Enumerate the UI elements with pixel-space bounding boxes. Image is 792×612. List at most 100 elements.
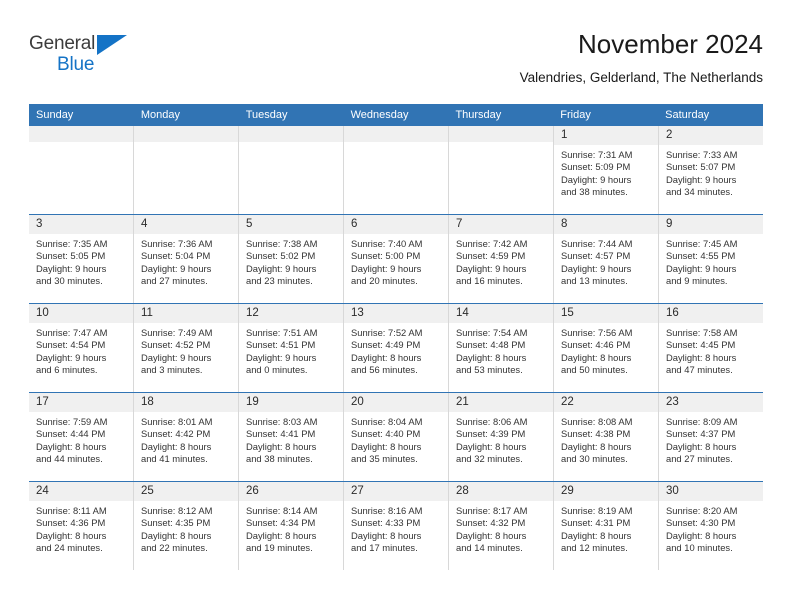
day-number: 8 bbox=[554, 215, 658, 234]
calendar-day-cell[interactable]: 28 Sunrise: 8:17 AM Sunset: 4:32 PM Dayligh… bbox=[449, 482, 554, 570]
daylight-duration-line1: Daylight: 8 hours bbox=[456, 351, 527, 363]
calendar-day-cell[interactable]: 20 Sunrise: 8:04 AM Sunset: 4:40 PM Dayligh… bbox=[344, 393, 449, 481]
calendar-day-cell[interactable]: 12 Sunrise: 7:51 AM Sunset: 4:51 PM Dayligh… bbox=[239, 304, 344, 392]
day-number: 17 bbox=[29, 393, 133, 412]
day-number: 14 bbox=[449, 304, 553, 323]
calendar-day-cell-empty bbox=[449, 126, 554, 214]
sunrise-time: Sunrise: 7:35 AM bbox=[36, 238, 108, 249]
sunrise-time: Sunrise: 7:36 AM bbox=[141, 238, 213, 249]
day-number: 27 bbox=[344, 482, 448, 501]
daylight-duration-line2: and 53 minutes. bbox=[456, 364, 523, 376]
calendar-day-cell[interactable]: 7 Sunrise: 7:42 AM Sunset: 4:59 PM Daylight… bbox=[449, 215, 554, 303]
sunset-time: Sunset: 5:02 PM bbox=[246, 250, 316, 262]
calendar-day-cell[interactable]: 27 Sunrise: 8:16 AM Sunset: 4:33 PM Dayligh… bbox=[344, 482, 449, 570]
sunrise-time: Sunrise: 7:59 AM bbox=[36, 416, 108, 427]
calendar-day-cell[interactable]: 8 Sunrise: 7:44 AM Sunset: 4:57 PM Daylight… bbox=[554, 215, 659, 303]
day-sun-info: Sunrise: 8:16 AM Sunset: 4:33 PM Daylight:… bbox=[344, 501, 448, 561]
weekday-header-sunday: Sunday bbox=[36, 109, 74, 121]
day-sun-info: Sunrise: 8:11 AM Sunset: 4:36 PM Daylight:… bbox=[29, 501, 133, 561]
sunrise-time: Sunrise: 7:45 AM bbox=[666, 238, 738, 249]
calendar-day-cell[interactable]: 9 Sunrise: 7:45 AM Sunset: 4:55 PM Daylight… bbox=[659, 215, 763, 303]
sunset-time: Sunset: 4:39 PM bbox=[456, 428, 526, 440]
calendar-day-cell[interactable]: 11 Sunrise: 7:49 AM Sunset: 4:52 PM Dayligh… bbox=[134, 304, 239, 392]
day-number: 9 bbox=[659, 215, 763, 234]
sunrise-time: Sunrise: 8:12 AM bbox=[141, 505, 213, 516]
daylight-duration-line2: and 27 minutes. bbox=[141, 275, 208, 287]
daylight-duration-line2: and 41 minutes. bbox=[141, 453, 208, 465]
day-number bbox=[344, 126, 448, 142]
day-sun-info: Sunrise: 7:31 AM Sunset: 5:09 PM Daylight:… bbox=[554, 145, 658, 205]
calendar-day-cell[interactable]: 2 Sunrise: 7:33 AM Sunset: 5:07 PM Daylight… bbox=[659, 126, 763, 214]
sunrise-time: Sunrise: 7:51 AM bbox=[246, 327, 318, 338]
sunset-time: Sunset: 4:33 PM bbox=[351, 517, 421, 529]
day-number: 19 bbox=[239, 393, 343, 412]
day-sun-info: Sunrise: 7:58 AM Sunset: 4:45 PM Daylight:… bbox=[659, 323, 763, 383]
calendar-day-cell[interactable]: 30 Sunrise: 8:20 AM Sunset: 4:30 PM Dayligh… bbox=[659, 482, 763, 570]
daylight-duration-line2: and 47 minutes. bbox=[666, 364, 733, 376]
daylight-duration-line2: and 0 minutes. bbox=[246, 364, 308, 376]
calendar-week-row: 24 Sunrise: 8:11 AM Sunset: 4:36 PM Dayligh… bbox=[29, 481, 763, 570]
sunrise-time: Sunrise: 7:42 AM bbox=[456, 238, 528, 249]
day-number: 2 bbox=[659, 126, 763, 145]
sunrise-time: Sunrise: 8:04 AM bbox=[351, 416, 423, 427]
calendar-day-cell[interactable]: 19 Sunrise: 8:03 AM Sunset: 4:41 PM Dayligh… bbox=[239, 393, 344, 481]
calendar-day-cell[interactable]: 6 Sunrise: 7:40 AM Sunset: 5:00 PM Daylight… bbox=[344, 215, 449, 303]
daylight-duration-line1: Daylight: 8 hours bbox=[351, 351, 422, 363]
day-number: 12 bbox=[239, 304, 343, 323]
calendar-day-cell[interactable]: 16 Sunrise: 7:58 AM Sunset: 4:45 PM Dayligh… bbox=[659, 304, 763, 392]
page-title: November 2024 bbox=[578, 29, 763, 59]
weekday-header-monday: Monday bbox=[140, 109, 180, 121]
calendar-day-cell[interactable]: 13 Sunrise: 7:52 AM Sunset: 4:49 PM Dayligh… bbox=[344, 304, 449, 392]
day-number: 4 bbox=[134, 215, 238, 234]
calendar-day-cell[interactable]: 15 Sunrise: 7:56 AM Sunset: 4:46 PM Dayligh… bbox=[554, 304, 659, 392]
sunrise-time: Sunrise: 8:14 AM bbox=[246, 505, 318, 516]
calendar-day-cell[interactable]: 3 Sunrise: 7:35 AM Sunset: 5:05 PM Daylight… bbox=[29, 215, 134, 303]
daylight-duration-line2: and 38 minutes. bbox=[246, 453, 313, 465]
sunset-time: Sunset: 4:34 PM bbox=[246, 517, 316, 529]
day-sun-info: Sunrise: 8:06 AM Sunset: 4:39 PM Daylight:… bbox=[449, 412, 553, 472]
sunset-time: Sunset: 4:38 PM bbox=[561, 428, 631, 440]
day-sun-info: Sunrise: 8:08 AM Sunset: 4:38 PM Daylight:… bbox=[554, 412, 658, 472]
generalblue-logo[interactable]: General Blue bbox=[29, 26, 149, 78]
sunset-time: Sunset: 4:46 PM bbox=[561, 339, 631, 351]
daylight-duration-line1: Daylight: 9 hours bbox=[141, 262, 212, 274]
calendar-day-cell[interactable]: 23 Sunrise: 8:09 AM Sunset: 4:37 PM Dayligh… bbox=[659, 393, 763, 481]
calendar-day-cell[interactable]: 14 Sunrise: 7:54 AM Sunset: 4:48 PM Dayligh… bbox=[449, 304, 554, 392]
day-sun-info: Sunrise: 8:09 AM Sunset: 4:37 PM Daylight:… bbox=[659, 412, 763, 472]
calendar-day-cell[interactable]: 25 Sunrise: 8:12 AM Sunset: 4:35 PM Dayligh… bbox=[134, 482, 239, 570]
sunrise-time: Sunrise: 8:17 AM bbox=[456, 505, 528, 516]
daylight-duration-line1: Daylight: 8 hours bbox=[246, 529, 317, 541]
calendar-day-cell[interactable]: 18 Sunrise: 8:01 AM Sunset: 4:42 PM Dayligh… bbox=[134, 393, 239, 481]
calendar-day-cell-empty bbox=[134, 126, 239, 214]
daylight-duration-line2: and 9 minutes. bbox=[666, 275, 728, 287]
calendar-day-cell[interactable]: 21 Sunrise: 8:06 AM Sunset: 4:39 PM Dayligh… bbox=[449, 393, 554, 481]
calendar-day-cell[interactable]: 26 Sunrise: 8:14 AM Sunset: 4:34 PM Dayligh… bbox=[239, 482, 344, 570]
daylight-duration-line2: and 6 minutes. bbox=[36, 364, 98, 376]
daylight-duration-line1: Daylight: 9 hours bbox=[351, 262, 422, 274]
daylight-duration-line1: Daylight: 9 hours bbox=[561, 173, 632, 185]
page-header: General Blue November 2024 Valendries, G… bbox=[0, 0, 792, 104]
daylight-duration-line1: Daylight: 8 hours bbox=[561, 351, 632, 363]
weekday-header-tuesday: Tuesday bbox=[245, 109, 288, 121]
calendar-day-cell[interactable]: 24 Sunrise: 8:11 AM Sunset: 4:36 PM Dayligh… bbox=[29, 482, 134, 570]
sunrise-time: Sunrise: 8:09 AM bbox=[666, 416, 738, 427]
calendar-day-cell[interactable]: 5 Sunrise: 7:38 AM Sunset: 5:02 PM Daylight… bbox=[239, 215, 344, 303]
day-sun-info: Sunrise: 7:56 AM Sunset: 4:46 PM Daylight:… bbox=[554, 323, 658, 383]
day-number bbox=[29, 126, 133, 142]
weekday-header-thursday: Thursday bbox=[455, 109, 502, 121]
sunrise-time: Sunrise: 8:03 AM bbox=[246, 416, 318, 427]
weekday-header-row: Sunday Monday Tuesday Wednesday Thursday… bbox=[29, 104, 763, 126]
calendar-day-cell[interactable]: 10 Sunrise: 7:47 AM Sunset: 4:54 PM Dayligh… bbox=[29, 304, 134, 392]
calendar-week-row: 3 Sunrise: 7:35 AM Sunset: 5:05 PM Daylight… bbox=[29, 214, 763, 303]
sunset-time: Sunset: 4:51 PM bbox=[246, 339, 316, 351]
daylight-duration-line2: and 22 minutes. bbox=[141, 542, 208, 554]
calendar-day-cell[interactable]: 1 Sunrise: 7:31 AM Sunset: 5:09 PM Daylight… bbox=[554, 126, 659, 214]
calendar-day-cell[interactable]: 4 Sunrise: 7:36 AM Sunset: 5:04 PM Daylight… bbox=[134, 215, 239, 303]
calendar-day-cell[interactable]: 17 Sunrise: 7:59 AM Sunset: 4:44 PM Dayligh… bbox=[29, 393, 134, 481]
logo-text-blue: Blue bbox=[57, 54, 95, 75]
sunrise-time: Sunrise: 8:01 AM bbox=[141, 416, 213, 427]
calendar-day-cell[interactable]: 29 Sunrise: 8:19 AM Sunset: 4:31 PM Dayligh… bbox=[554, 482, 659, 570]
calendar-day-cell[interactable]: 22 Sunrise: 8:08 AM Sunset: 4:38 PM Dayligh… bbox=[554, 393, 659, 481]
daylight-duration-line2: and 10 minutes. bbox=[666, 542, 733, 554]
daylight-duration-line1: Daylight: 8 hours bbox=[141, 440, 212, 452]
